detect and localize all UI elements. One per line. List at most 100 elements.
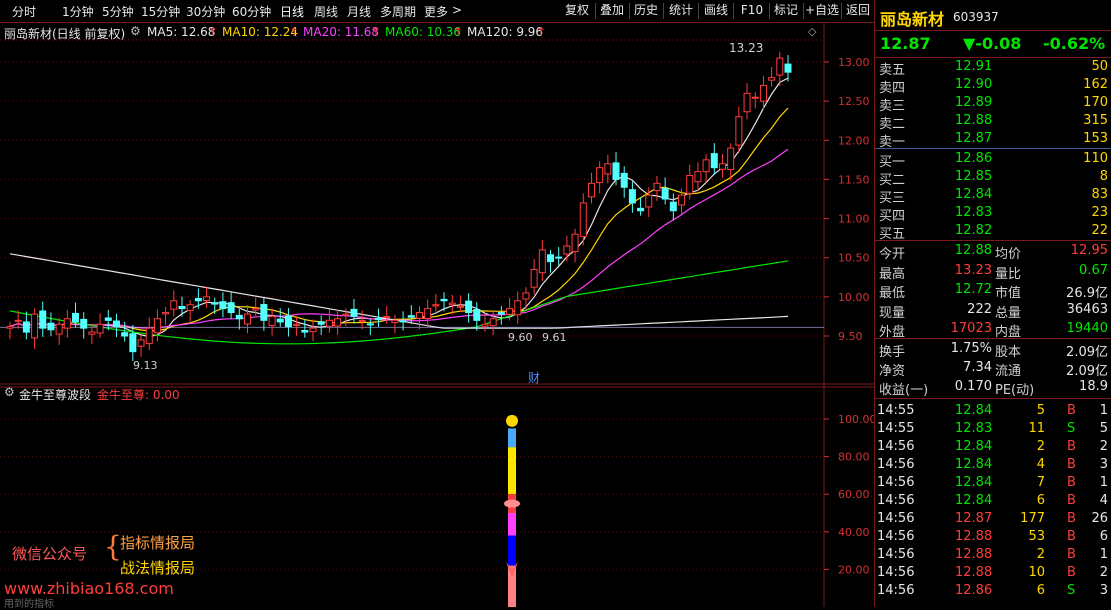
money-bag-icon [506,414,518,427]
period-tab-30min[interactable]: 30分钟 [186,3,225,20]
tick-row[interactable]: 14:56 12.88 53 B 6 [875,529,1111,547]
period-tab-5min[interactable]: 5分钟 [102,3,134,20]
price-tick-label: 10.00 [838,291,870,304]
kline-chart-area[interactable]: 13.00 12.50 12.00 11.50 11.00 10.50 10.00 9.50 … [0,22,874,610]
tick-volume: 2 [1036,547,1045,562]
tick-price: 12.86 [955,583,993,598]
bid-row[interactable]: 买三 12.84 83 [875,187,1111,206]
candle-body [727,147,735,171]
tick-row[interactable]: 14:55 12.84 5 B 1 [875,403,1111,421]
bowl-icon [504,499,520,508]
period-tab-monthly[interactable]: 月线 [347,3,371,20]
tick-row[interactable]: 14:56 12.88 10 B 2 [875,565,1111,583]
candle-body [620,172,628,188]
stats-button[interactable]: 统计 [666,2,696,19]
bid-level-label: 买二 [879,173,906,188]
signal-bar-segment [508,447,516,495]
fund-value: 0.170 [954,379,992,394]
finance-report-marker[interactable]: 财 [528,369,540,386]
tick-time: 14:55 [877,421,915,436]
back-button[interactable]: 返回 [843,2,873,19]
chevron-right-icon[interactable]: > [452,3,462,17]
period-tab-15min[interactable]: 15分钟 [141,3,180,20]
tick-time: 14:55 [877,403,915,418]
fund-row[interactable]: 净资 7.34 流通 2.09亿 [875,360,1111,379]
candle-body [604,163,612,175]
tick-row[interactable]: 14:56 12.84 2 B 2 [875,439,1111,457]
settings-circle-icon[interactable]: ⚙ [130,24,141,38]
fund-row[interactable]: 收益(一) 0.170 PE(动) 18.9 [875,379,1111,398]
ma60-arrow-icon: ↑ [453,25,464,39]
price-tick-label: 9.50 [838,330,863,343]
tick-row[interactable]: 14:56 12.87 177 B 26 [875,511,1111,529]
tick-row[interactable]: 14:56 12.86 6 S 3 [875,583,1111,601]
price-change: ▼-0.08 [963,34,1022,53]
tick-row[interactable]: 14:55 12.83 11 S 5 [875,421,1111,439]
candle-body [47,322,55,331]
tick-side: B [1067,565,1076,580]
ask-level-label: 卖四 [879,81,906,96]
ma20-line [9,148,789,329]
bid-row[interactable]: 买一 12.86 110 [875,151,1111,170]
period-tab-1min[interactable]: 1分钟 [62,3,94,20]
ask-row[interactable]: 卖三 12.89 170 [875,95,1111,114]
history-button[interactable]: 历史 [631,2,661,19]
tick-price: 12.88 [955,565,993,580]
candle-body [137,339,145,347]
ask-volume: 315 [1083,113,1108,128]
stat-row[interactable]: 今开 12.88 均价 12.95 [875,243,1111,262]
stat-row[interactable]: 外盘 17023 内盘 19440 [875,321,1111,340]
candle-body [129,333,137,353]
price-tick-label: 12.50 [838,95,870,108]
period-tab-fenshi[interactable]: 分时 [12,3,36,20]
draw-line-button[interactable]: 画线 [701,2,731,19]
tick-row[interactable]: 14:56 12.84 7 B 1 [875,475,1111,493]
indicator-name: 金牛至尊波段 [19,388,92,402]
tick-price: 12.84 [955,403,993,418]
wechat-label: 微信公众号 [12,545,88,563]
stat-row[interactable]: 最低 12.72 市值 26.9亿 [875,282,1111,301]
add-watchlist-button[interactable]: +自选 [805,2,839,19]
ask-row[interactable]: 卖一 12.87 153 [875,131,1111,150]
ask-row[interactable]: 卖五 12.91 50 [875,59,1111,78]
indicator-settings-icon[interactable]: ⚙ [4,385,15,399]
tick-volume: 177 [1020,511,1045,526]
stat-row[interactable]: 现量 222 总量 36463 [875,302,1111,321]
tick-count: 2 [1099,439,1108,454]
candle-body [407,315,415,318]
candle-body [219,301,227,310]
candle-body [178,305,186,310]
fuquan-button[interactable]: 复权 [561,2,593,19]
period-tab-daily[interactable]: 日线 [280,3,304,20]
fund-value: 2.09亿 [1066,364,1108,379]
bid-row[interactable]: 买二 12.85 8 [875,169,1111,188]
bid-row[interactable]: 买四 12.83 23 [875,205,1111,224]
fund-row[interactable]: 换手 1.75% 股本 2.09亿 [875,341,1111,360]
tick-count: 1 [1099,475,1108,490]
candle-body [776,57,784,76]
candle-body [334,318,342,327]
ask-row[interactable]: 卖二 12.88 315 [875,113,1111,132]
period-tab-more[interactable]: 更多 [424,3,448,20]
f10-button[interactable]: F10 [737,2,767,19]
tick-row[interactable]: 14:56 12.84 4 B 3 [875,457,1111,475]
ask-row[interactable]: 卖四 12.90 162 [875,77,1111,96]
period-tab-weekly[interactable]: 周线 [314,3,338,20]
mark-button[interactable]: 标记 [771,2,801,19]
overlay-button[interactable]: 叠加 [597,2,627,19]
ask-volume: 162 [1083,77,1108,92]
ask-price: 12.89 [955,95,993,110]
kline-chart[interactable]: 13.0012.5012.0011.5011.0010.5010.009.50 … [0,22,874,607]
period-tab-60min[interactable]: 60分钟 [232,3,271,20]
stat-row[interactable]: 最高 13.23 量比 0.67 [875,263,1111,282]
tick-row[interactable]: 14:56 12.88 2 B 1 [875,547,1111,565]
candle-body [440,298,448,302]
tick-time: 14:56 [877,439,915,454]
bid-row[interactable]: 买五 12.82 22 [875,223,1111,242]
period-tab-multi[interactable]: 多周期 [380,3,416,20]
diamond-icon[interactable]: ◇ [808,25,816,38]
tick-row[interactable]: 14:56 12.84 6 B 4 [875,493,1111,511]
swing-low-annotation-a: 9.60 [508,331,533,344]
indicator-tick-label: 80.00 [838,451,870,464]
ma20-label: MA20: 11.68 [303,25,380,39]
